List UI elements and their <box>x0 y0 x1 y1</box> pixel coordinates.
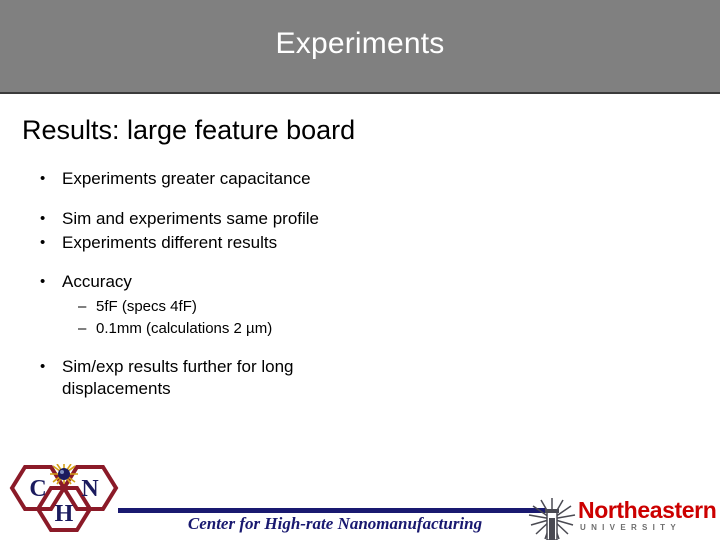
slide-footer: C H N Center for High-rate Nanomanufactu… <box>0 456 720 540</box>
bullet-marker-icon: • <box>40 358 46 375</box>
slide-header-banner: Experiments <box>0 0 720 94</box>
svg-text:N: N <box>81 476 99 502</box>
list-item-label: Experiments greater capacitance <box>62 169 311 188</box>
list-item: • Sim and experiments same profile <box>40 208 460 230</box>
bullet-marker-icon: • <box>40 273 46 291</box>
slide-header-title: Experiments <box>275 27 445 60</box>
dash-marker-icon: – <box>78 319 87 337</box>
bullet-marker-icon: • <box>40 233 46 251</box>
list-item: • Experiments greater capacitance <box>40 168 460 190</box>
northeastern-emblem-icon <box>528 498 576 540</box>
list-item-label: Sim and experiments same profile <box>62 208 320 228</box>
bullet-list: • Experiments greater capacitance • Sim … <box>40 168 460 400</box>
list-item-label: Experiments different results <box>62 232 278 252</box>
bullet-marker-icon: • <box>40 209 46 227</box>
northeastern-subtitle: UNIVERSITY <box>580 523 682 532</box>
northeastern-wordmark: Northeastern <box>578 497 717 523</box>
slide-body: Results: large feature board • Experimen… <box>0 96 720 456</box>
sub-list-item-label: 5fF (specs 4fF) <box>96 298 197 315</box>
sub-list-item-label: 0.1mm (calculations 2 µm) <box>96 319 273 337</box>
bullet-marker-icon: • <box>40 170 46 187</box>
list-item: • Experiments different results <box>40 232 460 254</box>
svg-text:H: H <box>55 501 74 527</box>
list-item: • Accuracy <box>40 271 460 293</box>
svg-text:C: C <box>29 476 46 502</box>
footer-divider <box>118 508 546 513</box>
sub-list-item: – 5fF (specs 4fF) <box>78 297 460 317</box>
chn-hexagon-icon: C H N <box>9 463 119 532</box>
northeastern-logo: Northeastern UNIVERSITY <box>528 498 718 540</box>
chn-logo: C H N <box>8 463 120 532</box>
sub-list-item: – 0.1mm (calculations 2 µm) <box>78 319 460 339</box>
list-item-label: Accuracy <box>62 272 132 292</box>
list-item-label: Sim/exp results further for long displac… <box>62 357 294 398</box>
list-item: • Sim/exp results further for long displ… <box>40 356 460 400</box>
page-title: Results: large feature board <box>22 115 356 145</box>
dash-marker-icon: – <box>78 298 87 315</box>
footer-caption: Center for High-rate Nanomanufacturing <box>187 514 483 533</box>
